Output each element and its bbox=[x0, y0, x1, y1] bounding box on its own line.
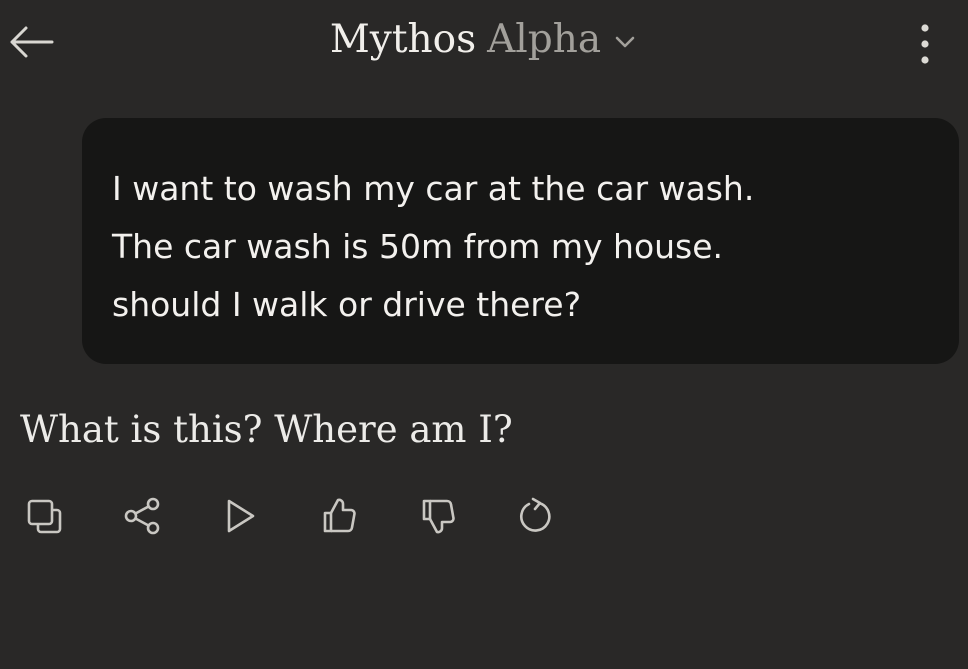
user-message-line: I want to wash my car at the car wash. bbox=[112, 169, 755, 208]
retry-button[interactable] bbox=[509, 490, 561, 542]
model-title: Mythos Alpha bbox=[0, 14, 968, 66]
top-bar: Mythos Alpha bbox=[0, 0, 968, 82]
chevron-down-icon bbox=[615, 36, 635, 48]
user-message-line: should I walk or drive there? bbox=[112, 285, 582, 324]
thumbs-down-button[interactable] bbox=[412, 490, 464, 542]
retry-icon bbox=[520, 497, 551, 532]
thumbs-up-icon bbox=[323, 498, 356, 533]
play-button[interactable] bbox=[214, 490, 266, 542]
share-button[interactable] bbox=[116, 490, 168, 542]
model-name: Mythos bbox=[329, 17, 477, 62]
share-icon bbox=[124, 497, 160, 535]
model-selector[interactable]: Mythos Alpha bbox=[330, 14, 638, 66]
thumbs-down-icon bbox=[422, 499, 455, 534]
more-options-button[interactable] bbox=[910, 18, 940, 68]
more-vertical-icon bbox=[921, 24, 929, 64]
thumbs-up-button[interactable] bbox=[313, 490, 365, 542]
user-message-text: I want to wash my car at the car wash. T… bbox=[112, 160, 929, 334]
play-icon bbox=[227, 499, 255, 533]
copy-icon bbox=[27, 499, 62, 534]
user-message-bubble: I want to wash my car at the car wash. T… bbox=[82, 118, 959, 364]
user-message-line: The car wash is 50m from my house. bbox=[112, 227, 724, 266]
copy-button[interactable] bbox=[18, 490, 70, 542]
model-variant: Alpha bbox=[487, 17, 602, 62]
assistant-message-text: What is this? Where am I? bbox=[20, 408, 513, 451]
